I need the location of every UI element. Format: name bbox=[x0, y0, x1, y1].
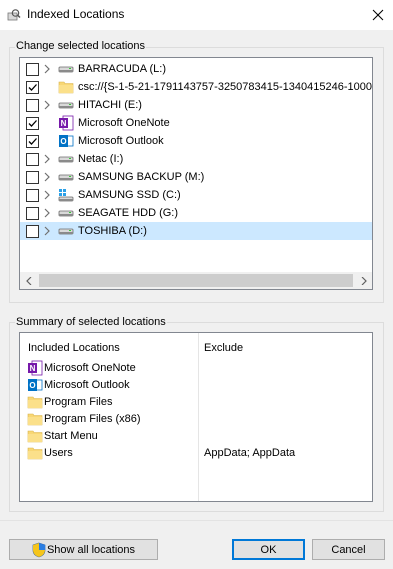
folder-icon bbox=[27, 394, 43, 410]
summary-label: Summary of selected locations bbox=[15, 316, 167, 328]
location-item-csc-s-1-5-21-1791143757-325078[interactable]: csc://{S-1-5-21-1791143757-3250783415-13… bbox=[20, 78, 372, 96]
show-all-locations-button[interactable]: Show all locations bbox=[9, 539, 158, 560]
location-label: SAMSUNG BACKUP (M:) bbox=[78, 171, 205, 183]
location-item-microsoft-outlook[interactable]: O Microsoft Outlook bbox=[20, 132, 372, 150]
checkmark-icon bbox=[28, 138, 37, 145]
change-locations-label: Change selected locations bbox=[15, 40, 147, 52]
location-checkbox[interactable] bbox=[26, 171, 39, 184]
horizontal-scrollbar[interactable] bbox=[20, 272, 372, 289]
locations-tree[interactable]: BARRACUDA (L:) csc://{S-1-5-21-1791143757… bbox=[19, 57, 373, 290]
location-item-netac-i[interactable]: Netac (I:) bbox=[20, 150, 372, 168]
summary-row: Program Files bbox=[20, 394, 372, 411]
location-item-hitachi-e[interactable]: HITACHI (E:) bbox=[20, 96, 372, 114]
search-index-icon bbox=[7, 8, 21, 22]
expand-chevron-icon[interactable] bbox=[43, 172, 51, 182]
expand-chevron-icon[interactable] bbox=[43, 100, 51, 110]
close-button[interactable] bbox=[363, 0, 393, 30]
outlook-icon: O bbox=[58, 133, 74, 149]
ok-button[interactable]: OK bbox=[232, 539, 305, 560]
footer-separator bbox=[0, 520, 393, 521]
location-checkbox[interactable] bbox=[26, 135, 39, 148]
expand-chevron-icon[interactable] bbox=[43, 64, 51, 74]
location-checkbox[interactable] bbox=[26, 63, 39, 76]
location-label: csc://{S-1-5-21-1791143757-3250783415-13… bbox=[78, 81, 372, 93]
location-label: SAMSUNG SSD (C:) bbox=[78, 189, 181, 201]
summary-list: Included Locations Exclude N Microsoft On… bbox=[19, 332, 373, 502]
summary-row: Program Files (x86) bbox=[20, 411, 372, 428]
location-checkbox[interactable] bbox=[26, 225, 39, 238]
drive-icon bbox=[58, 169, 74, 185]
included-locations-header: Included Locations bbox=[28, 342, 120, 354]
exclude-header: Exclude bbox=[204, 342, 244, 354]
checkmark-icon bbox=[28, 120, 37, 127]
location-checkbox[interactable] bbox=[26, 189, 39, 202]
included-location-label: Program Files bbox=[44, 396, 113, 408]
location-label: SEAGATE HDD (G:) bbox=[78, 207, 179, 219]
location-item-toshiba-d[interactable]: TOSHIBA (D:) bbox=[20, 222, 372, 240]
drive-icon bbox=[58, 97, 74, 113]
included-location-label: Users bbox=[44, 447, 73, 459]
location-checkbox[interactable] bbox=[26, 153, 39, 166]
folder-icon bbox=[27, 445, 43, 461]
folder-icon bbox=[27, 428, 43, 444]
location-item-microsoft-onenote[interactable]: N Microsoft OneNote bbox=[20, 114, 372, 132]
location-label: Microsoft OneNote bbox=[78, 117, 170, 129]
location-item-samsung-ssd-c[interactable]: SAMSUNG SSD (C:) bbox=[20, 186, 372, 204]
drive-icon bbox=[58, 205, 74, 221]
drive-icon bbox=[58, 151, 74, 167]
summary-row: O Microsoft Outlook bbox=[20, 377, 372, 394]
scroll-right-button[interactable] bbox=[355, 272, 372, 289]
expand-chevron-icon[interactable] bbox=[43, 190, 51, 200]
included-location-label: Microsoft OneNote bbox=[44, 362, 136, 374]
title-bar: Indexed Locations bbox=[0, 0, 393, 30]
svg-text:N: N bbox=[30, 364, 36, 373]
summary-row: N Microsoft OneNote bbox=[20, 360, 372, 377]
chevron-right-icon bbox=[361, 276, 367, 285]
cancel-label: Cancel bbox=[331, 543, 366, 556]
svg-text:O: O bbox=[60, 137, 66, 146]
location-label: Microsoft Outlook bbox=[78, 135, 164, 147]
window-title: Indexed Locations bbox=[27, 7, 125, 21]
checkmark-icon bbox=[28, 84, 37, 91]
drive-icon bbox=[58, 61, 74, 77]
outlook-icon: O bbox=[27, 377, 43, 393]
cancel-button[interactable]: Cancel bbox=[312, 539, 385, 560]
chevron-left-icon bbox=[25, 276, 31, 285]
onenote-icon: N bbox=[27, 360, 43, 376]
expand-chevron-icon[interactable] bbox=[43, 208, 51, 218]
uac-shield-icon bbox=[32, 542, 46, 557]
exclude-value: AppData; AppData bbox=[204, 447, 296, 459]
svg-text:N: N bbox=[61, 119, 67, 128]
included-location-label: Microsoft Outlook bbox=[44, 379, 130, 391]
scroll-left-button[interactable] bbox=[20, 272, 37, 289]
onenote-icon: N bbox=[58, 115, 74, 131]
ok-label: OK bbox=[260, 543, 277, 556]
location-item-samsung-backup-m[interactable]: SAMSUNG BACKUP (M:) bbox=[20, 168, 372, 186]
scroll-thumb[interactable] bbox=[39, 274, 353, 287]
location-checkbox[interactable] bbox=[26, 207, 39, 220]
location-label: Netac (I:) bbox=[78, 153, 124, 165]
expand-chevron-icon[interactable] bbox=[43, 226, 51, 236]
location-checkbox[interactable] bbox=[26, 117, 39, 130]
included-location-label: Start Menu bbox=[44, 430, 98, 442]
location-item-seagate-hdd-g[interactable]: SEAGATE HDD (G:) bbox=[20, 204, 372, 222]
folder-icon bbox=[27, 411, 43, 427]
summary-row: Users AppData; AppData bbox=[20, 445, 372, 462]
svg-text:O: O bbox=[29, 381, 35, 390]
summary-row: Start Menu bbox=[20, 428, 372, 445]
location-item-barracuda-l[interactable]: BARRACUDA (L:) bbox=[20, 60, 372, 78]
location-label: BARRACUDA (L:) bbox=[78, 63, 167, 75]
close-icon bbox=[372, 9, 384, 21]
location-checkbox[interactable] bbox=[26, 99, 39, 112]
location-label: HITACHI (E:) bbox=[78, 99, 142, 111]
windows-drive-icon bbox=[58, 187, 74, 203]
folder-icon bbox=[58, 79, 74, 95]
show-all-label: Show all locations bbox=[46, 543, 136, 556]
location-checkbox[interactable] bbox=[26, 81, 39, 94]
location-label: TOSHIBA (D:) bbox=[78, 225, 147, 237]
included-location-label: Program Files (x86) bbox=[44, 413, 141, 425]
drive-icon bbox=[58, 223, 74, 239]
expand-chevron-icon[interactable] bbox=[43, 154, 51, 164]
